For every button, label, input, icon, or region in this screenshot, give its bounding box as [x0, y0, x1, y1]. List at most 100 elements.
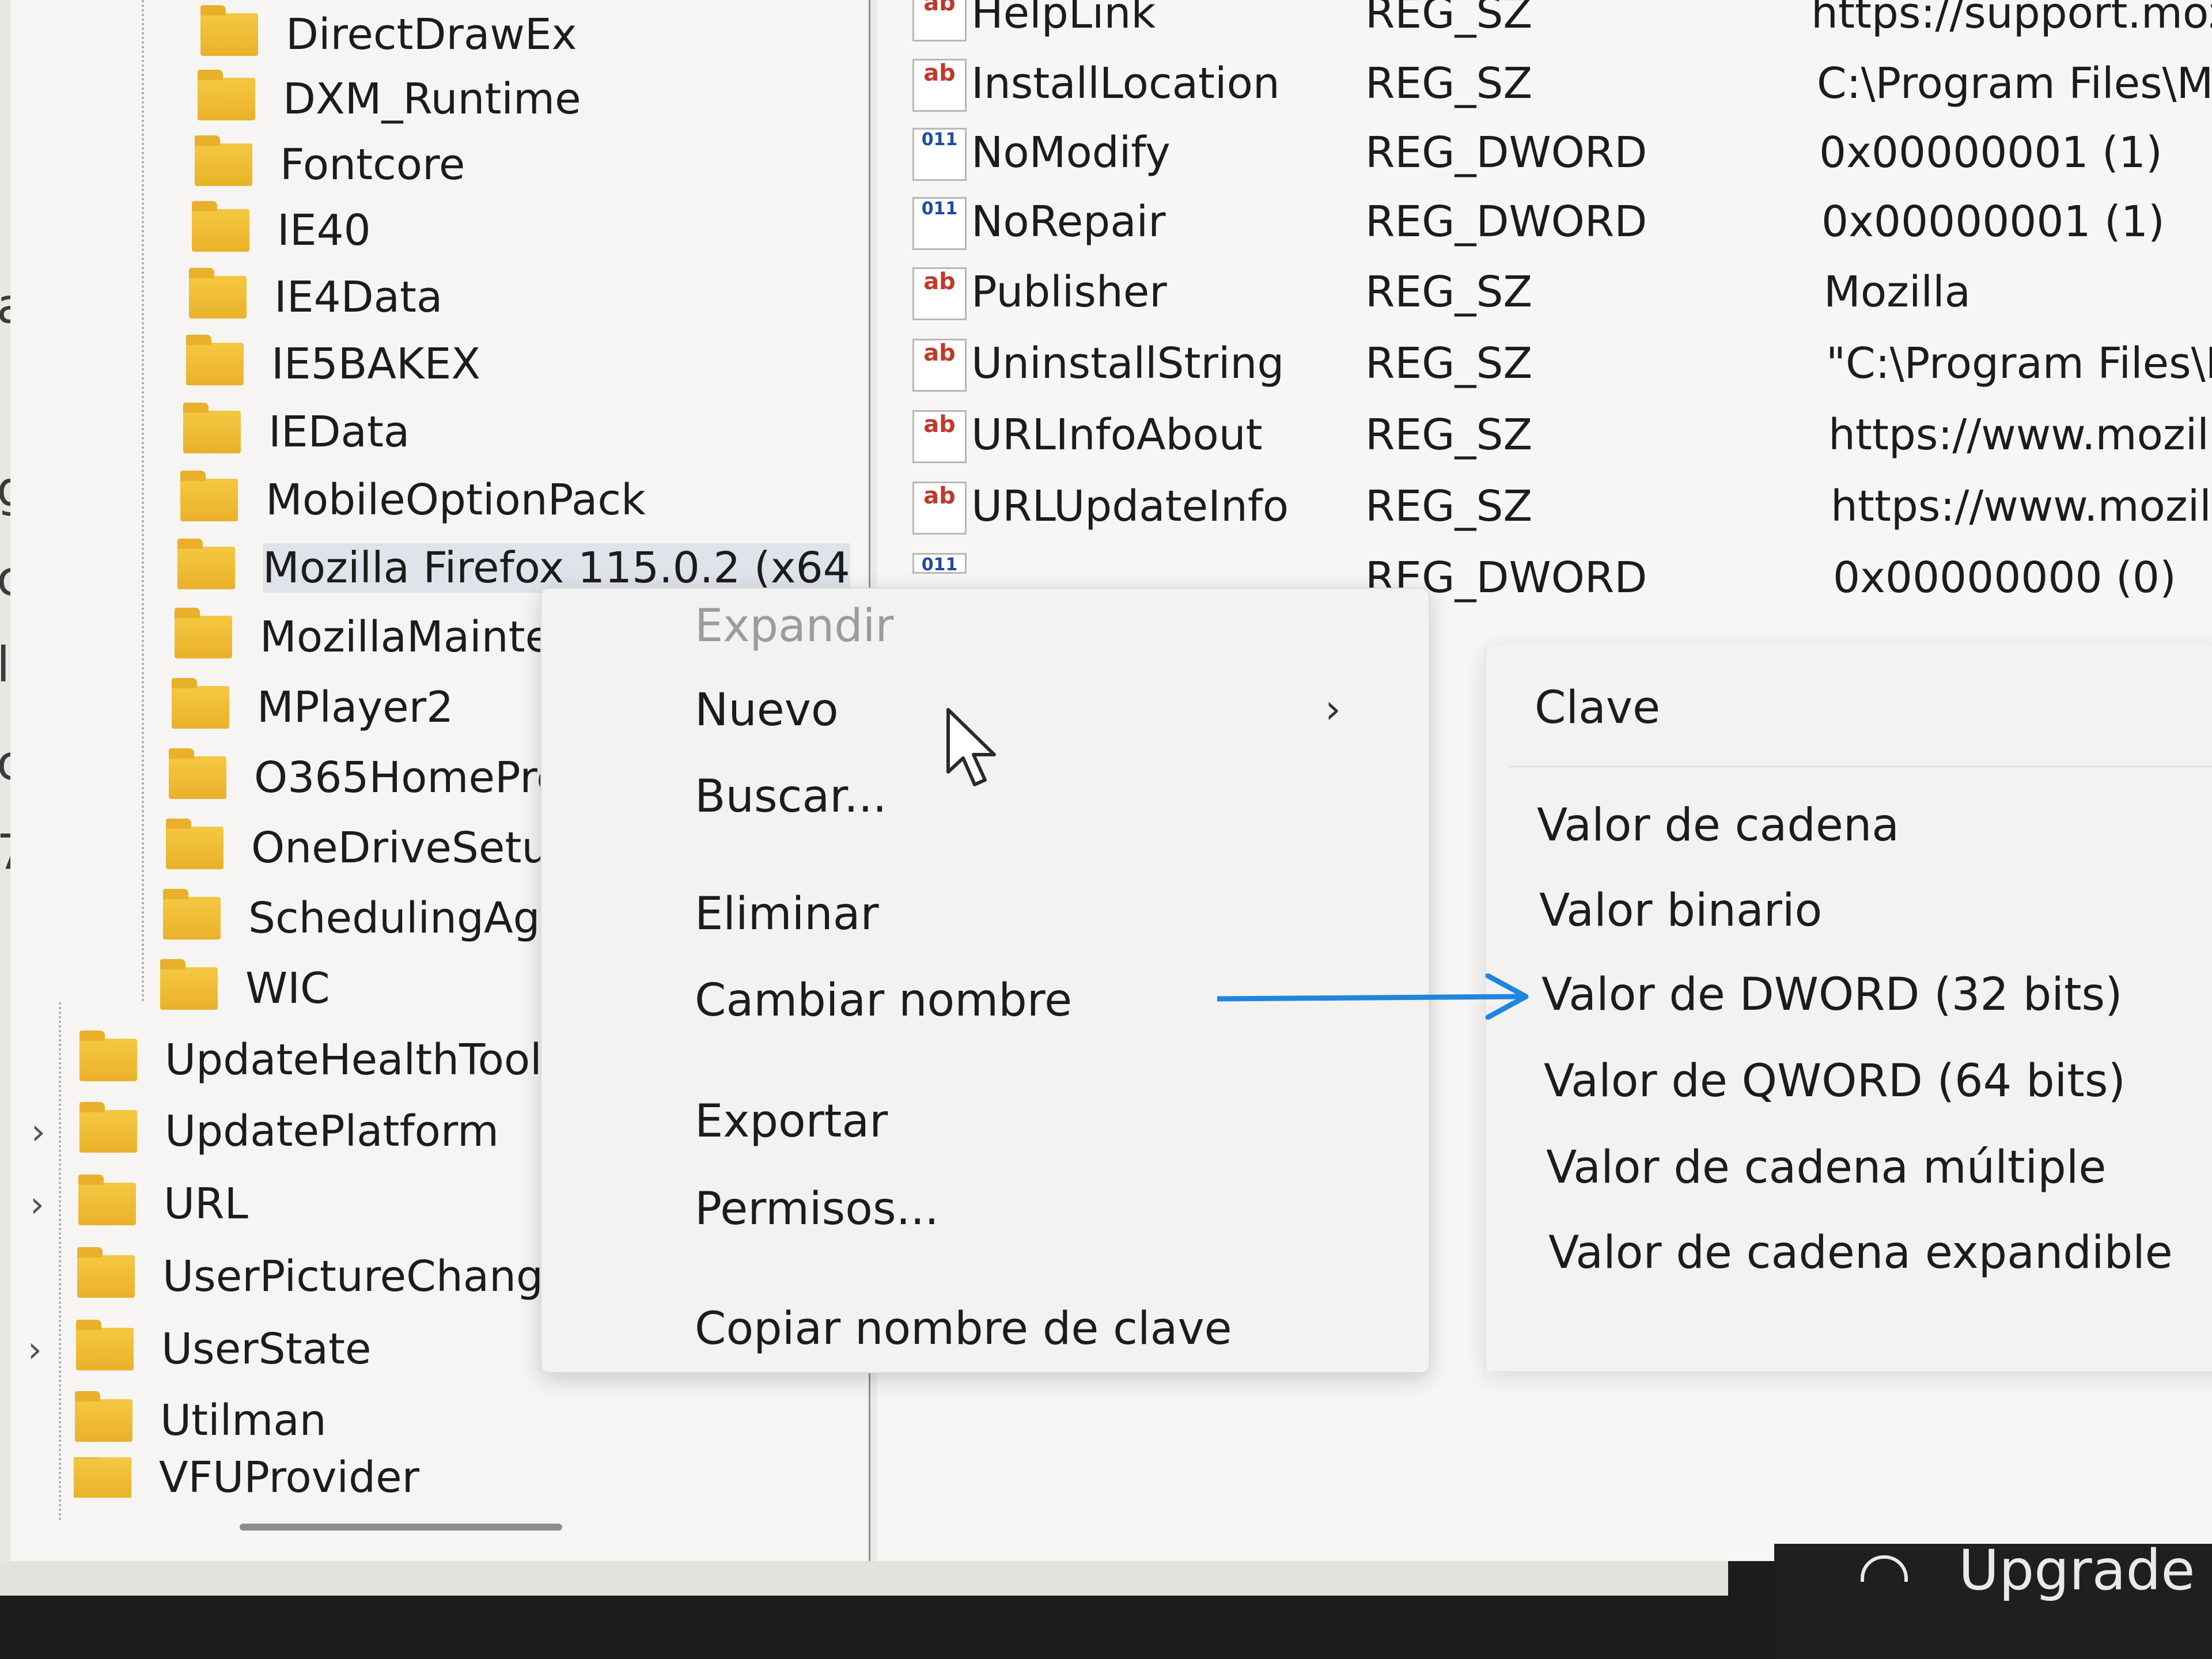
value-row-publisher[interactable]: ab Publisher REG_SZ Mozilla [877, 259, 2212, 328]
value-row-urlupdateinfo[interactable]: ab URLUpdateInfo REG_SZ https://www.mozi… [877, 474, 2212, 543]
value-name: URLUpdateInfo [971, 482, 1289, 531]
value-row-urlinfoabout[interactable]: ab URLInfoAbout REG_SZ https://www.mozil… [877, 402, 2212, 471]
tree-item-label: SchedulingAge [248, 893, 567, 943]
value-row-helplink[interactable]: ab HelpLink REG_SZ https://support.mozil… [877, 0, 2212, 50]
tree-item-label: IEData [268, 407, 410, 457]
value-name: Publisher [971, 267, 1167, 317]
value-data: 0x00000001 (1) [1819, 128, 2162, 177]
tree-item-directdrawex[interactable]: DirectDrawEx [200, 0, 577, 69]
folder-icon [198, 70, 255, 120]
tree-item-label: DirectDrawEx [286, 10, 577, 59]
folder-icon [74, 1457, 131, 1498]
tree-item-label: UserState [161, 1324, 372, 1374]
tree-item-mplayer2[interactable]: MPlayer2 [172, 673, 453, 742]
tree-item-ie5bakex[interactable]: IE5BAKEX [186, 329, 480, 399]
folder-icon [192, 201, 249, 252]
submenu-item-key[interactable]: Clave [1535, 682, 1660, 734]
menu-item-export[interactable]: Exportar [695, 1096, 888, 1147]
menu-item-delete[interactable]: Eliminar [695, 888, 879, 940]
tree-item-wic[interactable]: WIC [160, 954, 330, 1023]
submenu-item-string-value[interactable]: Valor de cadena [1537, 800, 1899, 851]
value-data: https://www.mozilla. [1831, 482, 2212, 531]
upgrade-text[interactable]: Upgrade to [1959, 1544, 2212, 1603]
value-name: UninstallString [971, 339, 1285, 388]
tree-item-label: WIC [245, 964, 330, 1013]
tree-item-updateplatform[interactable]: › UpdatePlatform [31, 1097, 499, 1166]
chevron-right-icon[interactable]: › [28, 1328, 42, 1370]
tree-item-label: OneDriveSetup [251, 823, 576, 873]
string-value-icon: ab [912, 0, 967, 41]
taskbar-corner[interactable]: Upgrade to [1774, 1544, 2212, 1659]
menu-item-new[interactable]: Nuevo [695, 684, 839, 736]
value-type: REG_SZ [1365, 482, 1533, 531]
menu-item-rename[interactable]: Cambiar nombre [695, 975, 1072, 1027]
tree-item-ie4data[interactable]: IE4Data [189, 263, 442, 332]
tree-item-label: URL [164, 1179, 248, 1229]
folder-icon [200, 5, 258, 56]
menu-item-permissions[interactable]: Permisos... [695, 1183, 939, 1235]
tree-item-fontcore[interactable]: Fontcore [195, 130, 465, 199]
value-data: 0x00000001 (1) [1821, 197, 2165, 247]
menu-item-expand: Expandir [695, 600, 894, 652]
menu-item-copy-key-name[interactable]: Copiar nombre de clave [695, 1303, 1232, 1355]
tree-item-label: O365HomePre [254, 753, 563, 802]
tree-item-schedulingagent[interactable]: SchedulingAge [163, 884, 566, 953]
value-data: 0x00000000 (0) [1833, 553, 2176, 603]
tree-horizontal-scrollbar[interactable] [240, 1524, 562, 1531]
value-row-norepair[interactable]: 011 NoRepair REG_DWORD 0x00000001 (1) [877, 189, 2212, 258]
string-value-icon: ab [912, 59, 967, 112]
window-bottom-edge [0, 1561, 1728, 1596]
value-data: https://support.mozilla [1811, 0, 2212, 38]
menu-item-find[interactable]: Buscar... [695, 771, 887, 823]
value-data: C:\Program Files\Moz [1817, 59, 2212, 108]
value-type: REG_DWORD [1365, 197, 1647, 247]
value-data: "C:\Program Files\Mo [1826, 339, 2212, 388]
string-value-icon: ab [912, 482, 967, 535]
tree-item-vfuprovider[interactable]: VFUProvider [74, 1457, 419, 1498]
folder-icon [79, 1102, 137, 1153]
value-type: REG_SZ [1365, 59, 1533, 108]
submenu-item-multi-string-value[interactable]: Valor de cadena múltiple [1546, 1142, 2106, 1194]
chevron-right-icon[interactable]: › [1325, 685, 1341, 733]
chevron-right-icon[interactable]: › [30, 1183, 44, 1225]
submenu-divider [1509, 766, 2212, 767]
value-type: REG_DWORD [1365, 128, 1647, 177]
tree-item-label: VFUProvider [159, 1457, 420, 1498]
submenu-item-binary-value[interactable]: Valor binario [1539, 885, 1822, 937]
tree-item-userstate[interactable]: › UserState [28, 1315, 372, 1384]
value-row-nomodify[interactable]: 011 NoModify REG_DWORD 0x00000001 (1) [877, 120, 2212, 189]
tree-item-userpicturechange[interactable]: UserPictureChang [77, 1242, 543, 1311]
tree-item-o365homepre[interactable]: O365HomePre [169, 743, 563, 812]
value-type: REG_SZ [1365, 0, 1533, 38]
submenu-item-dword-value[interactable]: Valor de DWORD (32 bits) [1541, 969, 2123, 1021]
folder-icon [172, 678, 229, 729]
tree-item-label: Mozilla Firefox 115.0.2 (x64 [263, 543, 850, 593]
tree-item-utilman[interactable]: Utilman [75, 1386, 327, 1455]
value-type: REG_SZ [1365, 267, 1533, 317]
mouse-pointer-icon [946, 708, 996, 786]
value-type: REG_SZ [1365, 339, 1533, 388]
tree-item-ie40[interactable]: IE40 [192, 196, 371, 265]
tree-item-dxm-runtime[interactable]: DXM_Runtime [198, 65, 581, 134]
tree-item-updatehealthtool[interactable]: UpdateHealthTool [79, 1025, 542, 1094]
submenu-item-qword-value[interactable]: Valor de QWORD (64 bits) [1544, 1055, 2126, 1107]
tree-item-iedata[interactable]: IEData [183, 397, 410, 467]
folder-icon [79, 1031, 137, 1081]
tree-item-mobileoptionpack[interactable]: MobileOptionPack [180, 465, 646, 535]
folder-icon [78, 1175, 136, 1225]
tree-item-label: IE4Data [274, 272, 443, 322]
tree-item-label: MobileOptionPack [266, 475, 646, 525]
folder-icon [177, 539, 235, 589]
value-row-uninstallstring[interactable]: ab UninstallString REG_SZ "C:\Program Fi… [877, 331, 2212, 400]
value-data: Mozilla [1824, 267, 1971, 317]
tree-connector [142, 0, 144, 1002]
submenu-item-expandable-string-value[interactable]: Valor de cadena expandible [1548, 1227, 2173, 1279]
chevron-right-icon[interactable]: › [31, 1111, 46, 1153]
string-value-icon: ab [912, 410, 967, 463]
value-row-installlocation[interactable]: ab InstallLocation REG_SZ C:\Program Fil… [877, 51, 2212, 120]
dword-value-icon: 011 [912, 553, 967, 574]
folder-icon [186, 335, 244, 385]
value-data: https://www.mozilla. [1828, 410, 2212, 460]
tree-item-onedrivesetup[interactable]: OneDriveSetup [166, 813, 575, 882]
tree-item-url[interactable]: › URL [30, 1169, 248, 1238]
